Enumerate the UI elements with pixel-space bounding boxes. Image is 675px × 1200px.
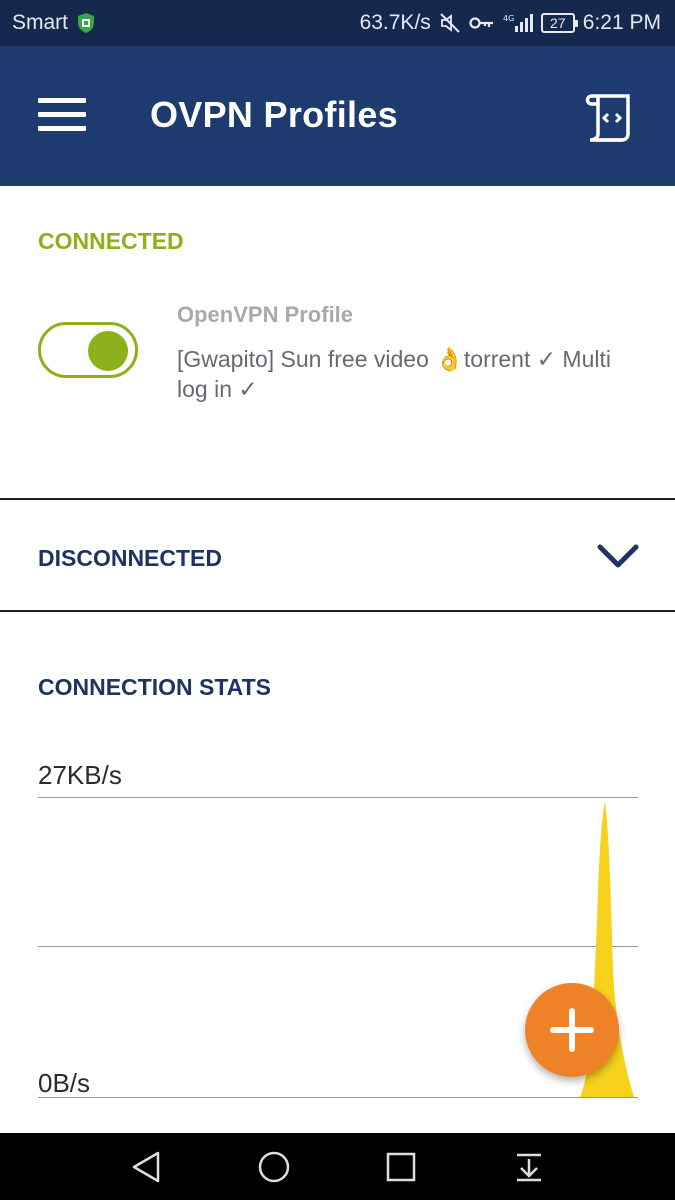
disconnected-header: DISCONNECTED — [38, 545, 223, 571]
mute-icon — [439, 12, 461, 34]
divider — [0, 498, 675, 500]
page-title: OVPN Profiles — [150, 94, 398, 135]
key-icon — [469, 15, 495, 31]
net-speed: 63.7K/s — [359, 11, 431, 34]
disconnected-section-toggle[interactable]: DISCONNECTED — [0, 501, 675, 610]
profile-name: [Gwapito] Sun free video 👌torrent ✓ Mult… — [177, 346, 611, 402]
clock: 6:21 PM — [582, 11, 661, 34]
4g-signal-icon: 4G — [503, 12, 533, 34]
profile-type-label: OpenVPN Profile — [177, 302, 354, 327]
add-profile-button[interactable] — [525, 983, 619, 1077]
system-nav-bar — [0, 1133, 675, 1200]
battery-level: 27 — [549, 15, 566, 31]
svg-text:4G: 4G — [503, 14, 514, 23]
connection-stats-header: CONNECTION STATS — [38, 674, 271, 700]
status-bar-right: 63.7K/s 4G 27 6:21 PM — [360, 11, 661, 35]
recents-icon[interactable] — [383, 1149, 419, 1185]
app-bar: OVPN Profiles — [0, 46, 675, 186]
connected-header: CONNECTED — [38, 228, 184, 254]
notifications-pull-icon[interactable] — [511, 1149, 547, 1185]
status-bar-left: Smart — [12, 11, 96, 35]
carrier-label: Smart — [12, 11, 69, 34]
shield-icon — [76, 12, 96, 34]
log-scroll-icon[interactable] — [582, 90, 640, 144]
plus-icon — [550, 1008, 594, 1052]
toggle-knob — [88, 331, 128, 371]
vpn-connection-toggle[interactable] — [38, 322, 138, 378]
hamburger-icon[interactable] — [38, 98, 86, 132]
chevron-down-icon — [596, 541, 640, 571]
back-icon[interactable] — [128, 1149, 164, 1185]
divider — [0, 610, 675, 612]
home-icon[interactable] — [256, 1149, 292, 1185]
battery-icon: 27 — [540, 13, 578, 33]
status-bar: Smart 63.7K/s 4G 27 6:21 PM — [0, 0, 675, 46]
